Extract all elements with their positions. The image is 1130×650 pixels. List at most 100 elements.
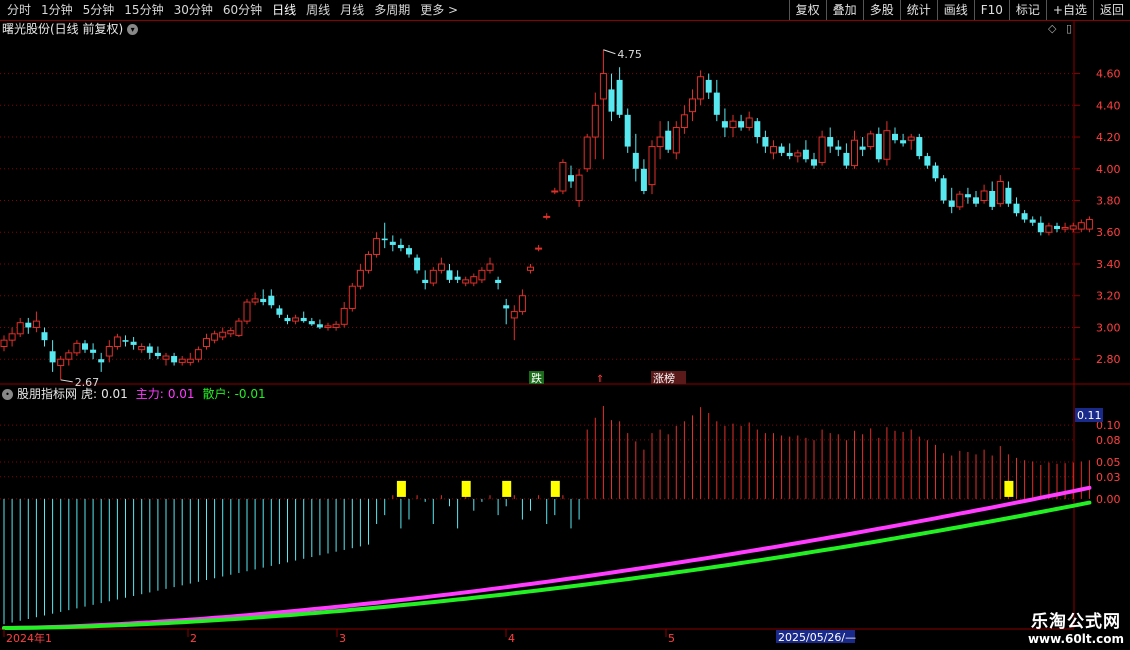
candle-body-down	[268, 295, 275, 306]
candle-body-up	[211, 333, 219, 341]
candle-body-up	[227, 330, 235, 335]
period-tab-0[interactable]: 分时	[2, 0, 36, 20]
period-tab-9[interactable]: 多周期	[369, 0, 415, 20]
candle-body-up	[324, 325, 332, 328]
candle-body-up	[851, 139, 858, 167]
candle-body-down	[284, 317, 291, 322]
candle-body-down	[389, 241, 396, 245]
y-tick-label: 4.60	[1096, 68, 1121, 81]
period-tab-10[interactable]: 更多 >	[415, 0, 463, 20]
candle-body-up	[510, 311, 518, 319]
period-tab-7[interactable]: 周线	[301, 0, 335, 20]
toolbar-button-7[interactable]: +自选	[1045, 0, 1093, 20]
candle-body-down	[82, 343, 88, 350]
y-tick-label: 3.60	[1096, 226, 1121, 239]
retail-value: -0.01	[234, 387, 266, 401]
candle-body-up	[486, 263, 494, 271]
candle-body-down	[835, 146, 842, 150]
marker-rise-bg	[651, 371, 686, 384]
high-pointer	[603, 49, 616, 55]
restore-icon[interactable]: ▯	[1066, 22, 1072, 35]
period-tab-2[interactable]: 5分钟	[78, 0, 120, 20]
candle-body-down	[422, 279, 429, 284]
toolbar-button-8[interactable]: 返回	[1092, 0, 1130, 20]
candle-body-down	[406, 248, 412, 255]
candle-body-up	[356, 269, 364, 287]
settings-icon[interactable]: •	[2, 388, 13, 400]
chevron-down-icon[interactable]: ▾	[127, 23, 139, 35]
candle-body-up	[535, 247, 543, 250]
diamond-icon[interactable]: ◇	[1048, 22, 1056, 35]
candle-body-down	[1021, 213, 1028, 220]
period-tab-1[interactable]: 1分钟	[36, 0, 78, 20]
candle-body-down	[721, 121, 728, 128]
toolbar-button-5[interactable]: F10	[973, 0, 1009, 20]
candle-body-up	[437, 263, 445, 271]
toolbar-button-6[interactable]: 标记	[1008, 0, 1046, 20]
period-tab-4[interactable]: 30分钟	[169, 0, 218, 20]
candle-body-down	[1013, 203, 1020, 214]
tiger-label: 虎:	[81, 387, 98, 401]
candle-body-up	[996, 180, 1004, 205]
candle-body-down	[632, 152, 639, 169]
candle-body-down	[665, 130, 672, 150]
toolbar-button-1[interactable]: 叠加	[825, 0, 863, 20]
cursor-date-box	[776, 630, 855, 643]
candle-body-down	[1037, 222, 1044, 233]
candle-body-down	[122, 340, 129, 342]
toolbar-button-3[interactable]: 统计	[899, 0, 937, 20]
main-force-label: 主力:	[135, 387, 164, 401]
candle-body-up	[8, 333, 16, 341]
signal-flag	[550, 480, 560, 497]
candle-body-down	[90, 349, 97, 353]
candle-body-up	[340, 307, 348, 325]
ind-y-tick-label: 0.08	[1096, 434, 1121, 447]
candle-body-down	[616, 79, 623, 115]
ind-y-tick-label: 0.00	[1096, 493, 1121, 506]
signal-flag	[502, 480, 512, 497]
candle-body-down	[948, 200, 955, 207]
candle-body-up	[551, 190, 559, 193]
candle-body-up	[883, 130, 891, 160]
candle-body-up	[178, 358, 186, 363]
period-tab-8[interactable]: 月线	[335, 0, 369, 20]
x-tick-label: 4	[508, 632, 515, 645]
x-tick-label: 2024年1	[6, 631, 52, 645]
candle-body-up	[648, 146, 656, 186]
ind-y-tick-label: 0.03	[1096, 471, 1121, 484]
candle-body-down	[900, 140, 907, 144]
candle-body-down	[98, 359, 105, 363]
candle-body-up	[113, 336, 121, 348]
candle-body-up	[745, 117, 753, 129]
period-tab-5[interactable]: 60分钟	[218, 0, 267, 20]
candle-body-down	[1029, 219, 1036, 223]
candle-body-down	[705, 79, 712, 93]
candle-body-down	[778, 146, 785, 153]
marker-up-arrow: ⇑	[596, 374, 604, 385]
toolbar-button-0[interactable]: 复权	[788, 0, 826, 20]
stock-chart: 4.60 4.40 4.20 4.00 3.80 3.60 3.40 3.20 3.00 2.80…	[0, 21, 1130, 645]
candle-body-down	[924, 156, 931, 166]
candle-body-up	[203, 338, 210, 348]
candle-body-down	[495, 279, 502, 284]
candle-body-up	[1045, 225, 1053, 233]
candle-body-up	[32, 320, 40, 328]
candle-body-up	[907, 136, 915, 141]
candle-body-down	[454, 276, 461, 280]
y-tick-label: 3.40	[1096, 258, 1121, 271]
candle-body-down	[973, 197, 979, 204]
candle-body-down	[300, 317, 307, 322]
candle-body-up	[138, 346, 146, 351]
period-tab-6[interactable]: 日线	[267, 0, 301, 20]
y-tick-label: 2.80	[1096, 353, 1121, 366]
y-tick-label: 3.00	[1096, 321, 1121, 334]
candle-body-down	[964, 194, 971, 198]
retail-line	[2, 500, 1092, 630]
period-tab-3[interactable]: 15分钟	[119, 0, 168, 20]
candle-body-up	[697, 76, 705, 100]
candle-body-down	[568, 175, 574, 182]
candle-body-down	[25, 322, 32, 328]
candle-body-up	[518, 295, 526, 313]
toolbar-button-4[interactable]: 画线	[936, 0, 974, 20]
toolbar-button-2[interactable]: 多股	[862, 0, 900, 20]
